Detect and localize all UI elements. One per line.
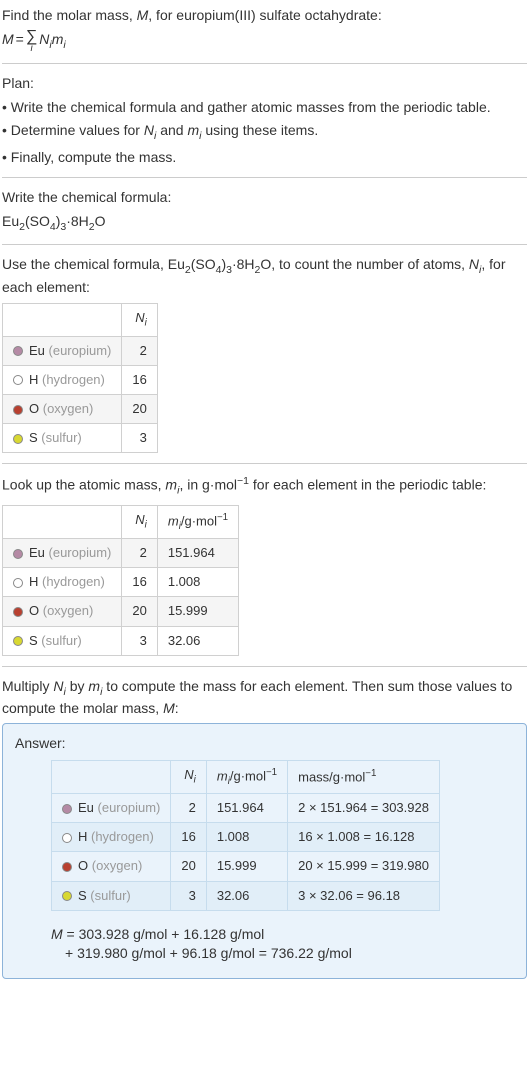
- answer-heading: Answer:: [15, 734, 514, 754]
- answer-sum-2: + 319.980 g/mol + 96.18 g/mol = 736.22 g…: [51, 944, 514, 964]
- eq: =: [16, 30, 24, 50]
- mi-sub: i: [63, 38, 65, 50]
- Ni3: N: [469, 256, 479, 272]
- intro-text-a: Find the molar mass,: [2, 7, 137, 23]
- intro-line: Find the molar mass, M, for europium(III…: [2, 6, 527, 26]
- Ni2: N: [144, 122, 154, 138]
- var-M: M: [137, 7, 149, 23]
- sigma-sub: i: [30, 44, 32, 53]
- divider: [2, 177, 527, 178]
- table-row: S (sulfur)3: [3, 424, 158, 453]
- mi3: m: [165, 477, 177, 493]
- answer-box: Answer: Nimi/g·mol−1mass/g·mol−1 Eu (eur…: [2, 723, 527, 979]
- element-bullet-icon: [13, 607, 23, 617]
- table-row: Eu (europium)2151.9642 × 151.964 = 303.9…: [52, 794, 440, 823]
- table-row: O (oxygen)2015.99920 × 15.999 = 319.980: [52, 852, 440, 881]
- answer-sum-1: M = 303.928 g/mol + 16.128 g/mol: [51, 925, 514, 945]
- lookup-table: Nimi/g·mol−1 Eu (europium)2151.964H (hyd…: [2, 505, 239, 656]
- plan-b2b: and: [156, 122, 187, 138]
- plan-heading: Plan:: [2, 74, 527, 94]
- table-row: H (hydrogen)161.00816 × 1.008 = 16.128: [52, 823, 440, 852]
- Ni4: N: [53, 678, 63, 694]
- multiply-line: Multiply Ni by mi to compute the mass fo…: [2, 677, 527, 719]
- count-line: Use the chemical formula, Eu2(SO4)3·8H2O…: [2, 255, 527, 297]
- count-table: Ni Eu (europium)2H (hydrogen)16O (oxygen…: [2, 303, 158, 453]
- element-bullet-icon: [13, 434, 23, 444]
- element-bullet-icon: [13, 578, 23, 588]
- table-row: S (sulfur)332.063 × 32.06 = 96.18: [52, 881, 440, 910]
- element-bullet-icon: [62, 804, 72, 814]
- table-row: H (hydrogen)161.008: [3, 568, 239, 597]
- molar-mass-formula: M = ∑ i Nimi: [2, 30, 527, 53]
- plan-bullet-3: • Finally, compute the mass.: [2, 148, 527, 168]
- element-bullet-icon: [62, 833, 72, 843]
- table-row: H (hydrogen)16: [3, 365, 158, 394]
- table-row: S (sulfur)332.06: [3, 626, 239, 655]
- table-row: O (oxygen)2015.999: [3, 597, 239, 626]
- mult-b: by: [66, 678, 89, 694]
- intro-text-b: , for europium(III) sulfate octahydrate:: [148, 7, 381, 23]
- answer-table: Nimi/g·mol−1mass/g·mol−1 Eu (europium)21…: [51, 760, 440, 911]
- var-M2: M: [2, 30, 14, 50]
- Ni: N: [39, 31, 49, 47]
- table-row: Eu (europium)2151.964: [3, 539, 239, 568]
- chemical-formula: Eu2(SO4)3·8H2O: [2, 212, 527, 234]
- sigma: ∑: [26, 30, 37, 44]
- count-a: Use the chemical formula,: [2, 256, 168, 272]
- write-formula-heading: Write the chemical formula:: [2, 188, 527, 208]
- divider: [2, 463, 527, 464]
- divider: [2, 666, 527, 667]
- mi4: m: [88, 678, 100, 694]
- mult-d: :: [175, 700, 179, 716]
- count-b: , to count the number of atoms,: [271, 256, 469, 272]
- mi2: m: [187, 122, 199, 138]
- element-bullet-icon: [13, 549, 23, 559]
- M3: M: [163, 700, 175, 716]
- element-bullet-icon: [13, 636, 23, 646]
- element-bullet-icon: [13, 375, 23, 385]
- table-row: O (oxygen)20: [3, 395, 158, 424]
- plan-b2c: using these items.: [201, 122, 318, 138]
- divider: [2, 244, 527, 245]
- plan-bullet-2: • Determine values for Ni and mi using t…: [2, 121, 527, 143]
- table-row: Eu (europium)2: [3, 336, 158, 365]
- lookup-b: , in g·mol: [179, 477, 237, 493]
- element-bullet-icon: [13, 405, 23, 415]
- element-bullet-icon: [62, 891, 72, 901]
- mi: m: [52, 31, 64, 47]
- mult-a: Multiply: [2, 678, 53, 694]
- plan-b2a: • Determine values for: [2, 122, 144, 138]
- neg1: −1: [237, 475, 249, 487]
- divider: [2, 63, 527, 64]
- element-bullet-icon: [62, 862, 72, 872]
- lookup-a: Look up the atomic mass,: [2, 477, 165, 493]
- lookup-c: for each element in the periodic table:: [249, 477, 486, 493]
- element-bullet-icon: [13, 346, 23, 356]
- plan-bullet-1: • Write the chemical formula and gather …: [2, 98, 527, 118]
- lookup-line: Look up the atomic mass, mi, in g·mol−1 …: [2, 474, 527, 498]
